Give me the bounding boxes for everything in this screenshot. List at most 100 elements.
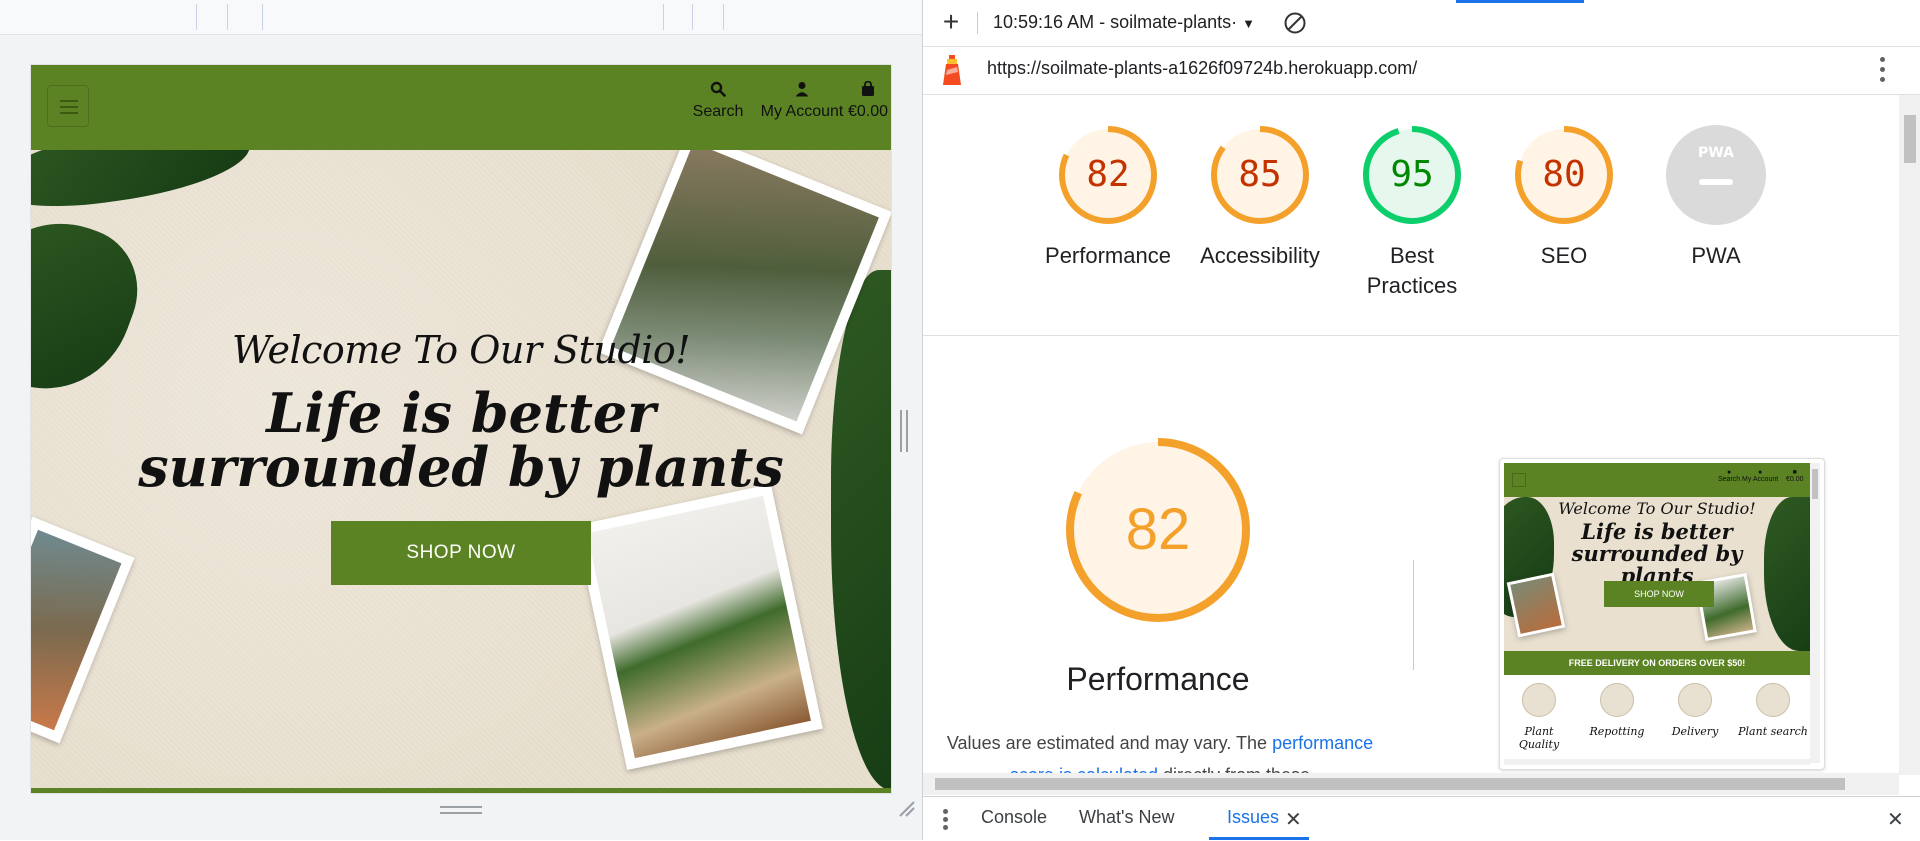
media-query-bar[interactable]: [196, 4, 228, 30]
shopping-bag-icon: ■: [1792, 469, 1797, 476]
lighthouse-report: 82 Performance 85 Accessibility 95 Best …: [923, 95, 1899, 773]
cart-link[interactable]: €0.00: [845, 80, 891, 121]
score-label: PWA: [1691, 243, 1741, 268]
my-account-label: My Account: [760, 103, 844, 120]
score-value: 82: [1086, 154, 1130, 195]
score-label: SEO: [1540, 243, 1588, 268]
cart-total: €0.00: [847, 103, 889, 120]
performance-score-value: 82: [1125, 497, 1191, 562]
site-header: Search My Account €0.00: [31, 65, 891, 150]
viewport-height-resize-handle[interactable]: [440, 806, 482, 818]
user-icon: [747, 81, 857, 103]
site-viewport: Search My Account €0.00 Welcome To Our S…: [30, 64, 892, 794]
viewport-width-resize-handle[interactable]: [900, 410, 910, 452]
score-value: 85: [1238, 154, 1282, 195]
thumbnail-tagline: Life is better surrounded by plants: [1571, 519, 1743, 588]
feature-label: Delivery: [1671, 725, 1719, 738]
shop-now-button[interactable]: SHOP NOW: [331, 521, 591, 585]
thumbnail-page: ● Search ● My Account ■ €0.00 Welcome To Ou…: [1504, 463, 1810, 763]
score-gauge-performance[interactable]: 82 Performance: [1033, 125, 1183, 271]
hero-section: Welcome To Our Studio! Life is better su…: [31, 150, 891, 788]
tab-issues[interactable]: Issues: [1227, 807, 1279, 828]
thumbnail-cart-total: €0.00: [1786, 476, 1804, 483]
score-label: Best Practices: [1366, 243, 1458, 298]
media-query-bar[interactable]: [262, 4, 664, 30]
thumbnail-search: ● Search: [1718, 469, 1740, 483]
feature-icon: [1600, 683, 1634, 717]
hero-welcome-text: Welcome To Our Studio!: [232, 328, 691, 372]
search-icon: ●: [1726, 469, 1732, 476]
thumbnail-delivery-banner: FREE DELIVERY ON ORDERS OVER $50!: [1504, 651, 1810, 675]
more-options-icon[interactable]: [1877, 56, 1887, 84]
thumbnail-account-label: My Account: [1742, 476, 1779, 483]
thumbnail-feature: Plant Quality: [1504, 683, 1574, 751]
tab-whats-new[interactable]: What's New: [1079, 807, 1174, 828]
lighthouse-toolbar: + 10:59:16 AM - soilmate-plants· ▼: [923, 0, 1920, 47]
hero-tagline: Life is better surrounded by plants: [138, 381, 784, 499]
thumbnail-scrollbar[interactable]: [1810, 463, 1820, 763]
user-icon: ●: [1757, 469, 1763, 476]
clear-reports-icon[interactable]: [1283, 11, 1307, 35]
thumbnail-feature: Repotting: [1582, 683, 1652, 738]
feature-icon: [1756, 683, 1790, 717]
device-emulation-pane: Search My Account €0.00 Welcome To Our S…: [0, 0, 922, 840]
report-url-bar: https://soilmate-plants-a1626f09724b.her…: [923, 46, 1920, 95]
score-gauge-seo[interactable]: 80 SEO: [1489, 125, 1639, 271]
report-url: https://soilmate-plants-a1626f09724b.her…: [987, 58, 1418, 78]
hamburger-menu-button[interactable]: [47, 85, 89, 127]
hamburger-icon: [1512, 473, 1526, 487]
viewport-corner-resize-handle[interactable]: [896, 798, 916, 818]
thumbnail-search-label: Search: [1718, 476, 1741, 483]
search-label: Search: [692, 103, 744, 120]
vertical-divider: [1413, 560, 1414, 670]
close-tab-icon[interactable]: ✕: [1285, 807, 1302, 832]
thumbnail-header: ● Search ● My Account ■ €0.00: [1504, 463, 1810, 497]
report-selector-label: 10:59:16 AM - soilmate-plants·: [993, 12, 1238, 32]
thumbnail-welcome-text: Welcome To Our Studio!: [1558, 499, 1756, 518]
feature-icon: [1522, 683, 1556, 717]
feature-label: Plant search: [1738, 725, 1808, 738]
thumbnail-cart: ■ €0.00: [1786, 469, 1804, 483]
my-account-link[interactable]: My Account: [747, 81, 857, 121]
tab-console[interactable]: Console: [981, 807, 1047, 828]
chevron-down-icon: ▼: [1242, 16, 1256, 31]
toolbar-divider: [977, 12, 978, 34]
thumbnail-account: ● My Account: [1742, 469, 1778, 483]
hero-bottom-bar: [31, 788, 891, 793]
report-selector[interactable]: 10:59:16 AM - soilmate-plants· ▼: [993, 12, 1255, 33]
description-text: directly from these: [1163, 765, 1310, 773]
shopping-bag-icon: [845, 80, 891, 103]
thumbnail-feature: Delivery: [1660, 683, 1730, 738]
new-report-button[interactable]: +: [937, 8, 965, 37]
performance-title: Performance: [1066, 661, 1250, 697]
devtools-panel: + 10:59:16 AM - soilmate-plants· ▼ https…: [922, 0, 1920, 841]
performance-description: Values are estimated and may vary. The p…: [945, 727, 1375, 773]
feature-icon: [1678, 683, 1712, 717]
thumbnail-hero: Welcome To Our Studio! Life is better su…: [1504, 497, 1810, 651]
score-label: Accessibility: [1200, 243, 1320, 268]
search-link[interactable]: Search: [687, 81, 749, 121]
lighthouse-icon: [941, 54, 963, 86]
score-label: Performance: [1045, 243, 1171, 268]
final-screenshot-thumbnail[interactable]: ● Search ● My Account ■ €0.00 Welcome To Ou…: [1499, 458, 1825, 770]
score-value: 95: [1390, 154, 1434, 195]
feature-label: Plant Quality: [1518, 725, 1560, 751]
drawer-menu-icon[interactable]: [943, 809, 949, 831]
thumbnail-shop-now-button: SHOP NOW: [1604, 581, 1714, 607]
device-toolbar-ruler: [0, 0, 922, 35]
active-tab-indicator: [1456, 0, 1584, 3]
close-drawer-icon[interactable]: ✕: [1887, 807, 1904, 832]
media-query-bar[interactable]: [692, 4, 724, 30]
pwa-badge-text: PWA: [1698, 145, 1734, 161]
section-divider: [923, 335, 1899, 336]
score-value: 80: [1542, 154, 1586, 195]
report-horizontal-scrollbar[interactable]: [923, 773, 1899, 795]
search-icon: [687, 81, 749, 103]
thumbnail-feature: Plant search: [1738, 683, 1808, 738]
score-gauge-pwa[interactable]: PWA PWA: [1641, 125, 1791, 271]
devtools-drawer-tabs: Console What's New Issues ✕ ✕: [923, 796, 1920, 841]
report-vertical-scrollbar[interactable]: [1899, 95, 1920, 775]
score-gauge-best-practices[interactable]: 95 Best Practices: [1337, 125, 1487, 301]
thumbnail-horizontal-scrollbar[interactable]: [1504, 759, 1810, 765]
score-gauge-accessibility[interactable]: 85 Accessibility: [1185, 125, 1335, 271]
